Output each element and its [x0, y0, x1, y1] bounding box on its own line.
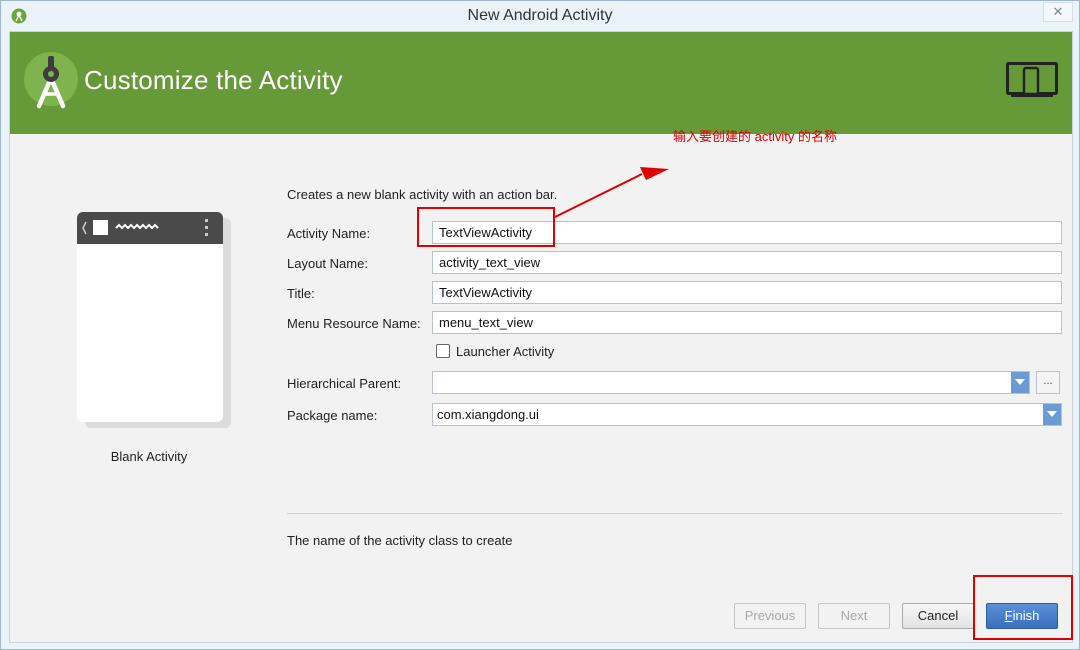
device-form-factor-icon — [1006, 62, 1058, 97]
annotation-arrow-icon — [554, 167, 669, 218]
hierarchical-parent-dropdown-arrow-icon[interactable] — [1011, 372, 1029, 393]
layout-name-label: Layout Name: — [287, 256, 368, 271]
previous-button[interactable]: Previous — [734, 603, 806, 629]
close-button[interactable]: ✕ — [1043, 2, 1073, 22]
hierarchical-parent-combo[interactable] — [432, 371, 1030, 394]
title-input[interactable]: TextViewActivity — [432, 281, 1062, 304]
template-name-label: Blank Activity — [110, 449, 188, 464]
action-bar-icons — [82, 219, 208, 236]
android-studio-logo-icon — [24, 52, 78, 109]
annotation-note: 输入要创建的 activity 的名称 — [673, 129, 837, 144]
finish-highlight-box — [973, 575, 1073, 640]
menu-resource-name-input[interactable]: menu_text_view — [432, 311, 1062, 334]
phone-preview — [77, 212, 223, 422]
dialog-content: Customize the Activity Blank Activity Cr… — [9, 31, 1073, 643]
package-name-dropdown-arrow-icon[interactable] — [1043, 404, 1061, 425]
layout-name-input[interactable]: activity_text_view — [432, 251, 1062, 274]
activity-name-highlight-box — [417, 207, 555, 247]
launcher-activity-label: Launcher Activity — [456, 344, 555, 359]
package-name-value: com.xiangdong.ui — [437, 407, 539, 422]
launcher-activity-checkbox[interactable] — [436, 344, 450, 358]
field-help-text: The name of the activity class to create — [287, 533, 513, 548]
cancel-button[interactable]: Cancel — [902, 603, 974, 629]
next-button[interactable]: Next — [818, 603, 890, 629]
preview-action-bar — [77, 212, 223, 244]
window-title: New Android Activity — [467, 7, 613, 24]
activity-template-preview — [77, 212, 231, 428]
package-name-combo[interactable]: com.xiangdong.ui — [432, 403, 1062, 426]
activity-name-label: Activity Name: — [287, 226, 371, 241]
menu-resource-name-label: Menu Resource Name: — [287, 316, 421, 331]
divider — [287, 513, 1063, 514]
title-bar: New Android Activity ✕ — [1, 1, 1079, 31]
package-name-label: Package name: — [287, 408, 378, 423]
template-description: Creates a new blank activity with an act… — [287, 187, 558, 202]
hierarchical-parent-label: Hierarchical Parent: — [287, 376, 402, 391]
dialog-window: New Android Activity ✕ Customize the Act… — [0, 0, 1080, 650]
header-banner: Customize the Activity — [10, 32, 1072, 134]
title-label: Title: — [287, 286, 315, 301]
page-title: Customize the Activity — [84, 65, 343, 95]
browse-parent-button[interactable]: ... — [1036, 371, 1060, 394]
